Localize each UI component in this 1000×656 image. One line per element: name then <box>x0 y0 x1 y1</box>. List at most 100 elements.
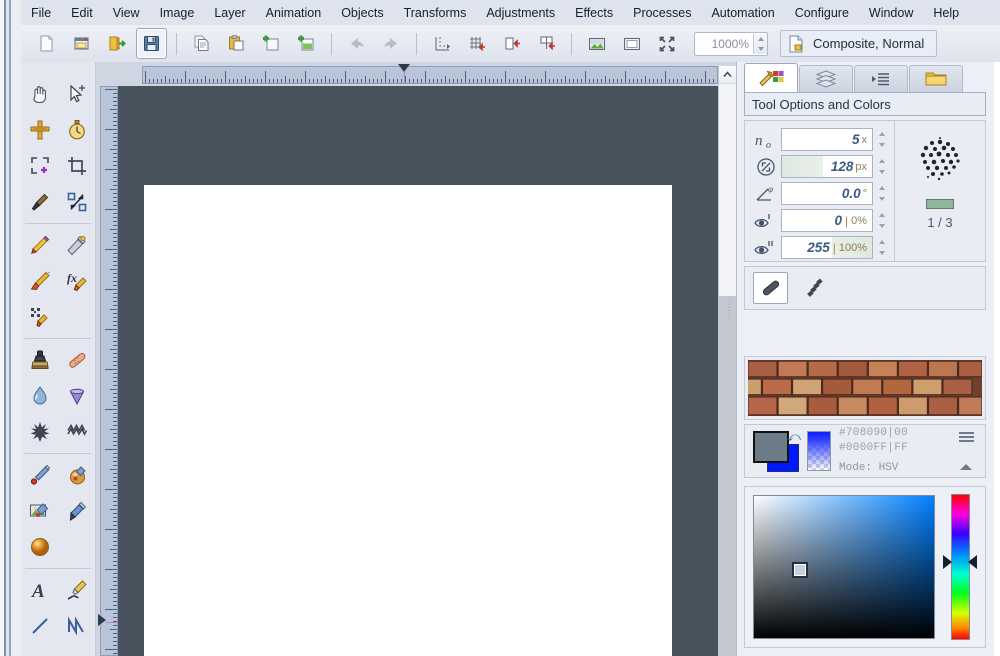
fullscreen-button[interactable] <box>651 28 682 59</box>
new-layer-button[interactable] <box>256 28 287 59</box>
foreground-color-swatch[interactable] <box>753 431 789 463</box>
color-replace-tool[interactable] <box>21 457 58 493</box>
menu-item-processes[interactable]: Processes <box>624 3 700 23</box>
guides-tool[interactable] <box>21 112 58 148</box>
copy-button[interactable] <box>186 28 217 59</box>
count-option[interactable]: no 5 x <box>751 127 888 152</box>
menu-item-edit[interactable]: Edit <box>62 3 102 23</box>
crop-tool[interactable] <box>58 148 95 184</box>
count-field[interactable]: 5 x <box>781 128 873 151</box>
opacity-max-option[interactable]: 255 | 100% <box>751 235 888 260</box>
new-image-layer-button[interactable] <box>291 28 322 59</box>
scroll-thumb[interactable] <box>719 296 736 656</box>
eyedropper-tool[interactable] <box>58 227 95 263</box>
size-field[interactable]: 128 px <box>781 155 873 178</box>
clone-stamp-tool[interactable] <box>21 342 58 378</box>
actual-size-button[interactable] <box>616 28 647 59</box>
sharpen-tool[interactable] <box>58 378 95 414</box>
swap-colors-icon[interactable]: ⤺ <box>787 429 801 445</box>
canvas-vertical-scrollbar[interactable] <box>718 66 736 656</box>
collapse-panel-icon[interactable] <box>960 464 972 470</box>
vertical-ruler[interactable] <box>100 86 118 656</box>
document-canvas[interactable] <box>144 185 672 656</box>
paintbrush-tool[interactable] <box>21 263 58 299</box>
color-swatches[interactable]: ⤺ <box>753 429 801 472</box>
transform-tool[interactable] <box>58 184 95 220</box>
splatter-tool[interactable] <box>21 414 58 450</box>
texture-panel[interactable] <box>744 356 986 420</box>
add-selection-tool[interactable] <box>21 148 58 184</box>
tab-files[interactable] <box>909 65 963 92</box>
opacity-max-spinner[interactable] <box>876 237 888 258</box>
gradient-sphere-tool[interactable] <box>21 529 58 565</box>
polyline-tool[interactable] <box>58 608 95 644</box>
load-file-button[interactable] <box>101 28 132 59</box>
pattern-brush-tool[interactable] <box>21 299 58 335</box>
blur-tool[interactable] <box>21 378 58 414</box>
color-menu-icon[interactable] <box>958 432 974 442</box>
hue-slider[interactable] <box>950 494 970 640</box>
new-document-button[interactable] <box>31 28 62 59</box>
opacity-min-field[interactable]: 0 | 0% <box>781 209 873 232</box>
menu-item-transforms[interactable]: Transforms <box>395 3 476 23</box>
menu-item-image[interactable]: Image <box>151 3 204 23</box>
saturation-value-picker[interactable] <box>753 495 935 639</box>
heal-tool[interactable] <box>58 342 95 378</box>
tab-tool-options[interactable] <box>744 63 798 92</box>
size-option[interactable]: 128 px <box>751 154 888 179</box>
calligraphy-tool[interactable] <box>58 572 95 608</box>
text-tool[interactable]: A <box>21 572 58 608</box>
size-spinner[interactable] <box>876 156 888 177</box>
menu-item-view[interactable]: View <box>104 3 149 23</box>
pan-tool[interactable] <box>21 76 58 112</box>
zoom-level-value[interactable]: 1000% <box>695 37 753 51</box>
save-button[interactable] <box>136 28 167 59</box>
line-tool[interactable] <box>21 608 58 644</box>
crop-to-selection-button[interactable] <box>426 28 457 59</box>
menu-item-help[interactable]: Help <box>924 3 968 23</box>
color-picker-tool[interactable] <box>21 184 58 220</box>
timer-tool[interactable] <box>58 112 95 148</box>
menu-item-adjustments[interactable]: Adjustments <box>477 3 564 23</box>
angle-field[interactable]: 0.0 ° <box>781 182 873 205</box>
brick-texture-swatch[interactable] <box>748 360 982 416</box>
alpha-gradient-bar[interactable] <box>807 431 831 471</box>
sv-cursor[interactable] <box>792 562 808 578</box>
align-left-button[interactable] <box>496 28 527 59</box>
brush-preview[interactable]: 1 / 3 <box>894 121 985 261</box>
dock-resize-grip[interactable]: ∙ ∙ ∙ ∙ ∙ ∙ <box>726 297 732 321</box>
grid-snap-button[interactable] <box>461 28 492 59</box>
count-spinner[interactable] <box>876 129 888 150</box>
solid-brush-mode[interactable] <box>753 272 788 304</box>
horizontal-ruler[interactable] <box>142 66 718 84</box>
menu-item-file[interactable]: File <box>22 3 60 23</box>
tab-history[interactable] <box>854 65 908 92</box>
menu-item-automation[interactable]: Automation <box>702 3 783 23</box>
opacity-min-option[interactable]: 0 | 0% <box>751 208 888 233</box>
syringe-tool[interactable] <box>58 493 95 529</box>
image-brush-tool[interactable] <box>21 493 58 529</box>
menu-item-configure[interactable]: Configure <box>786 3 858 23</box>
effects-brush-tool[interactable]: fx <box>58 263 95 299</box>
paste-button[interactable] <box>221 28 252 59</box>
move-selection-tool[interactable] <box>58 76 95 112</box>
composite-mode-button[interactable]: Composite, Normal <box>780 30 938 57</box>
angle-spinner[interactable] <box>876 183 888 204</box>
opacity-min-spinner[interactable] <box>876 210 888 231</box>
canvas-viewport[interactable] <box>118 86 718 656</box>
textured-brush-mode[interactable] <box>796 272 831 304</box>
sphere-paint-tool[interactable] <box>58 457 95 493</box>
angle-option[interactable]: φ 0.0 ° <box>751 181 888 206</box>
menu-item-objects[interactable]: Objects <box>332 3 392 23</box>
menu-item-effects[interactable]: Effects <box>566 3 622 23</box>
redo-button[interactable] <box>376 28 407 59</box>
scroll-up-button[interactable] <box>719 66 736 84</box>
smudge-tool[interactable] <box>58 414 95 450</box>
menu-item-layer[interactable]: Layer <box>205 3 254 23</box>
opacity-max-field[interactable]: 255 | 100% <box>781 236 873 259</box>
undo-button[interactable] <box>341 28 372 59</box>
open-document-button[interactable] <box>66 28 97 59</box>
menu-item-animation[interactable]: Animation <box>257 3 331 23</box>
menu-item-window[interactable]: Window <box>860 3 922 23</box>
align-top-button[interactable] <box>531 28 562 59</box>
